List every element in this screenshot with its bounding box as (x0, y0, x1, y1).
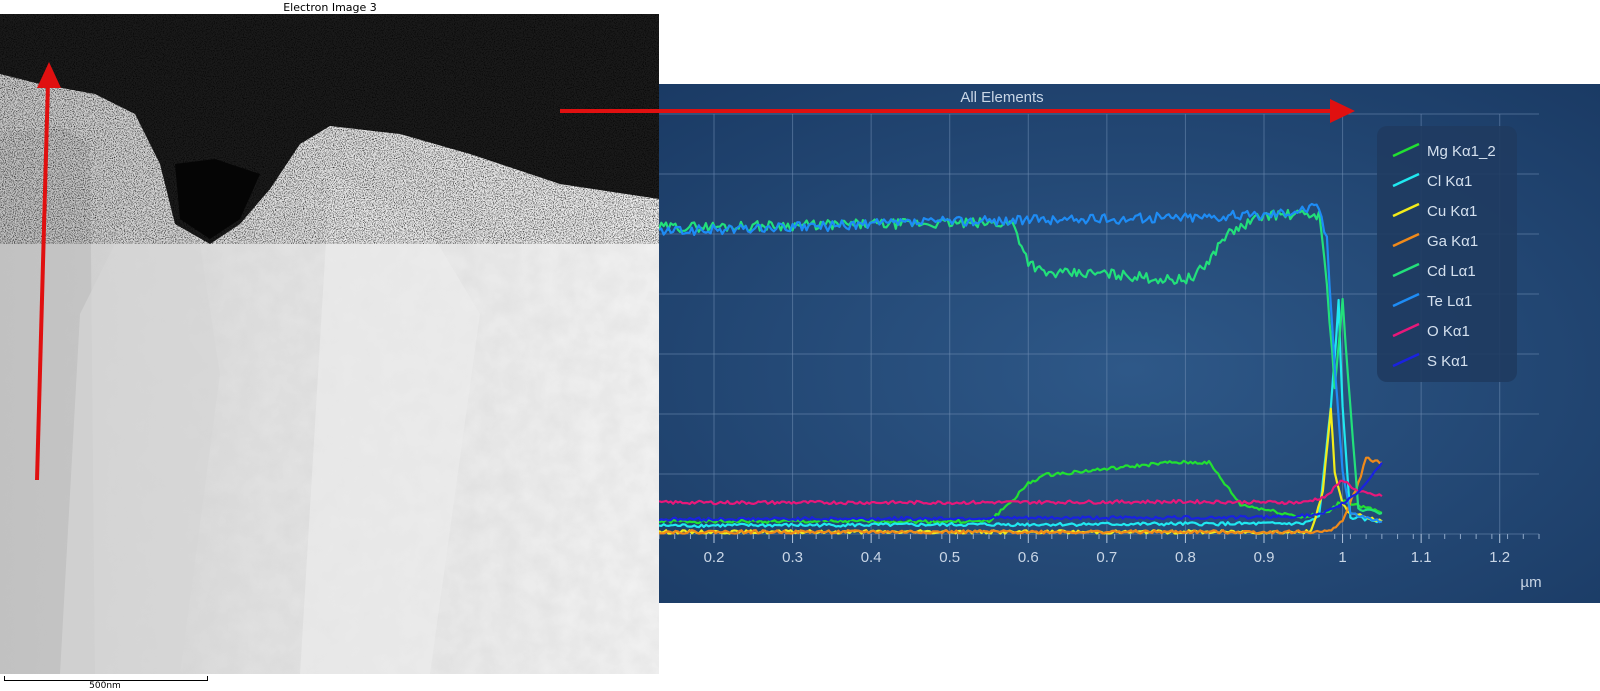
scale-bar-label: 500nm (89, 681, 121, 691)
x-tick-label: 0.2 (704, 549, 725, 566)
x-axis-unit: µm (1520, 574, 1541, 591)
legend-label: Cu Kα1 (1427, 203, 1477, 220)
x-tick-label: 1.1 (1411, 549, 1432, 566)
legend-label: Cl Kα1 (1427, 173, 1472, 190)
legend-label: Ga Kα1 (1427, 233, 1478, 250)
legend-label: Cd Lα1 (1427, 263, 1476, 280)
electron-image-title: Electron Image 3 (283, 1, 377, 14)
x-tick-label: 1 (1338, 549, 1346, 566)
x-tick-label: 0.5 (939, 549, 960, 566)
x-tick-label: 0.4 (861, 549, 882, 566)
legend-label: Mg Kα1_2 (1427, 143, 1496, 160)
x-tick-label: 0.3 (782, 549, 803, 566)
chart-title: All Elements (960, 89, 1043, 106)
x-tick-label: 1.2 (1489, 549, 1510, 566)
legend-box (1377, 126, 1517, 382)
legend-label: Te Lα1 (1427, 293, 1472, 310)
legend: Mg Kα1_2 Cl Kα1 Cu Kα1 Ga Kα1 Cd Lα1 Te Lα1 O … (1377, 126, 1517, 382)
legend-label: O Kα1 (1427, 323, 1470, 340)
x-tick-label: 0.7 (1096, 549, 1117, 566)
x-tick-label: 0.9 (1254, 549, 1275, 566)
x-tick-label: 0.8 (1175, 549, 1196, 566)
eds-line-scan-chart: All Elements 0.2 0.3 0.4 0.5 0.6 0.7 0.8 0.9 1 1.… (659, 84, 1600, 603)
electron-micrograph (0, 14, 659, 674)
x-tick-label: 0.6 (1018, 549, 1039, 566)
legend-label: S Kα1 (1427, 353, 1468, 370)
